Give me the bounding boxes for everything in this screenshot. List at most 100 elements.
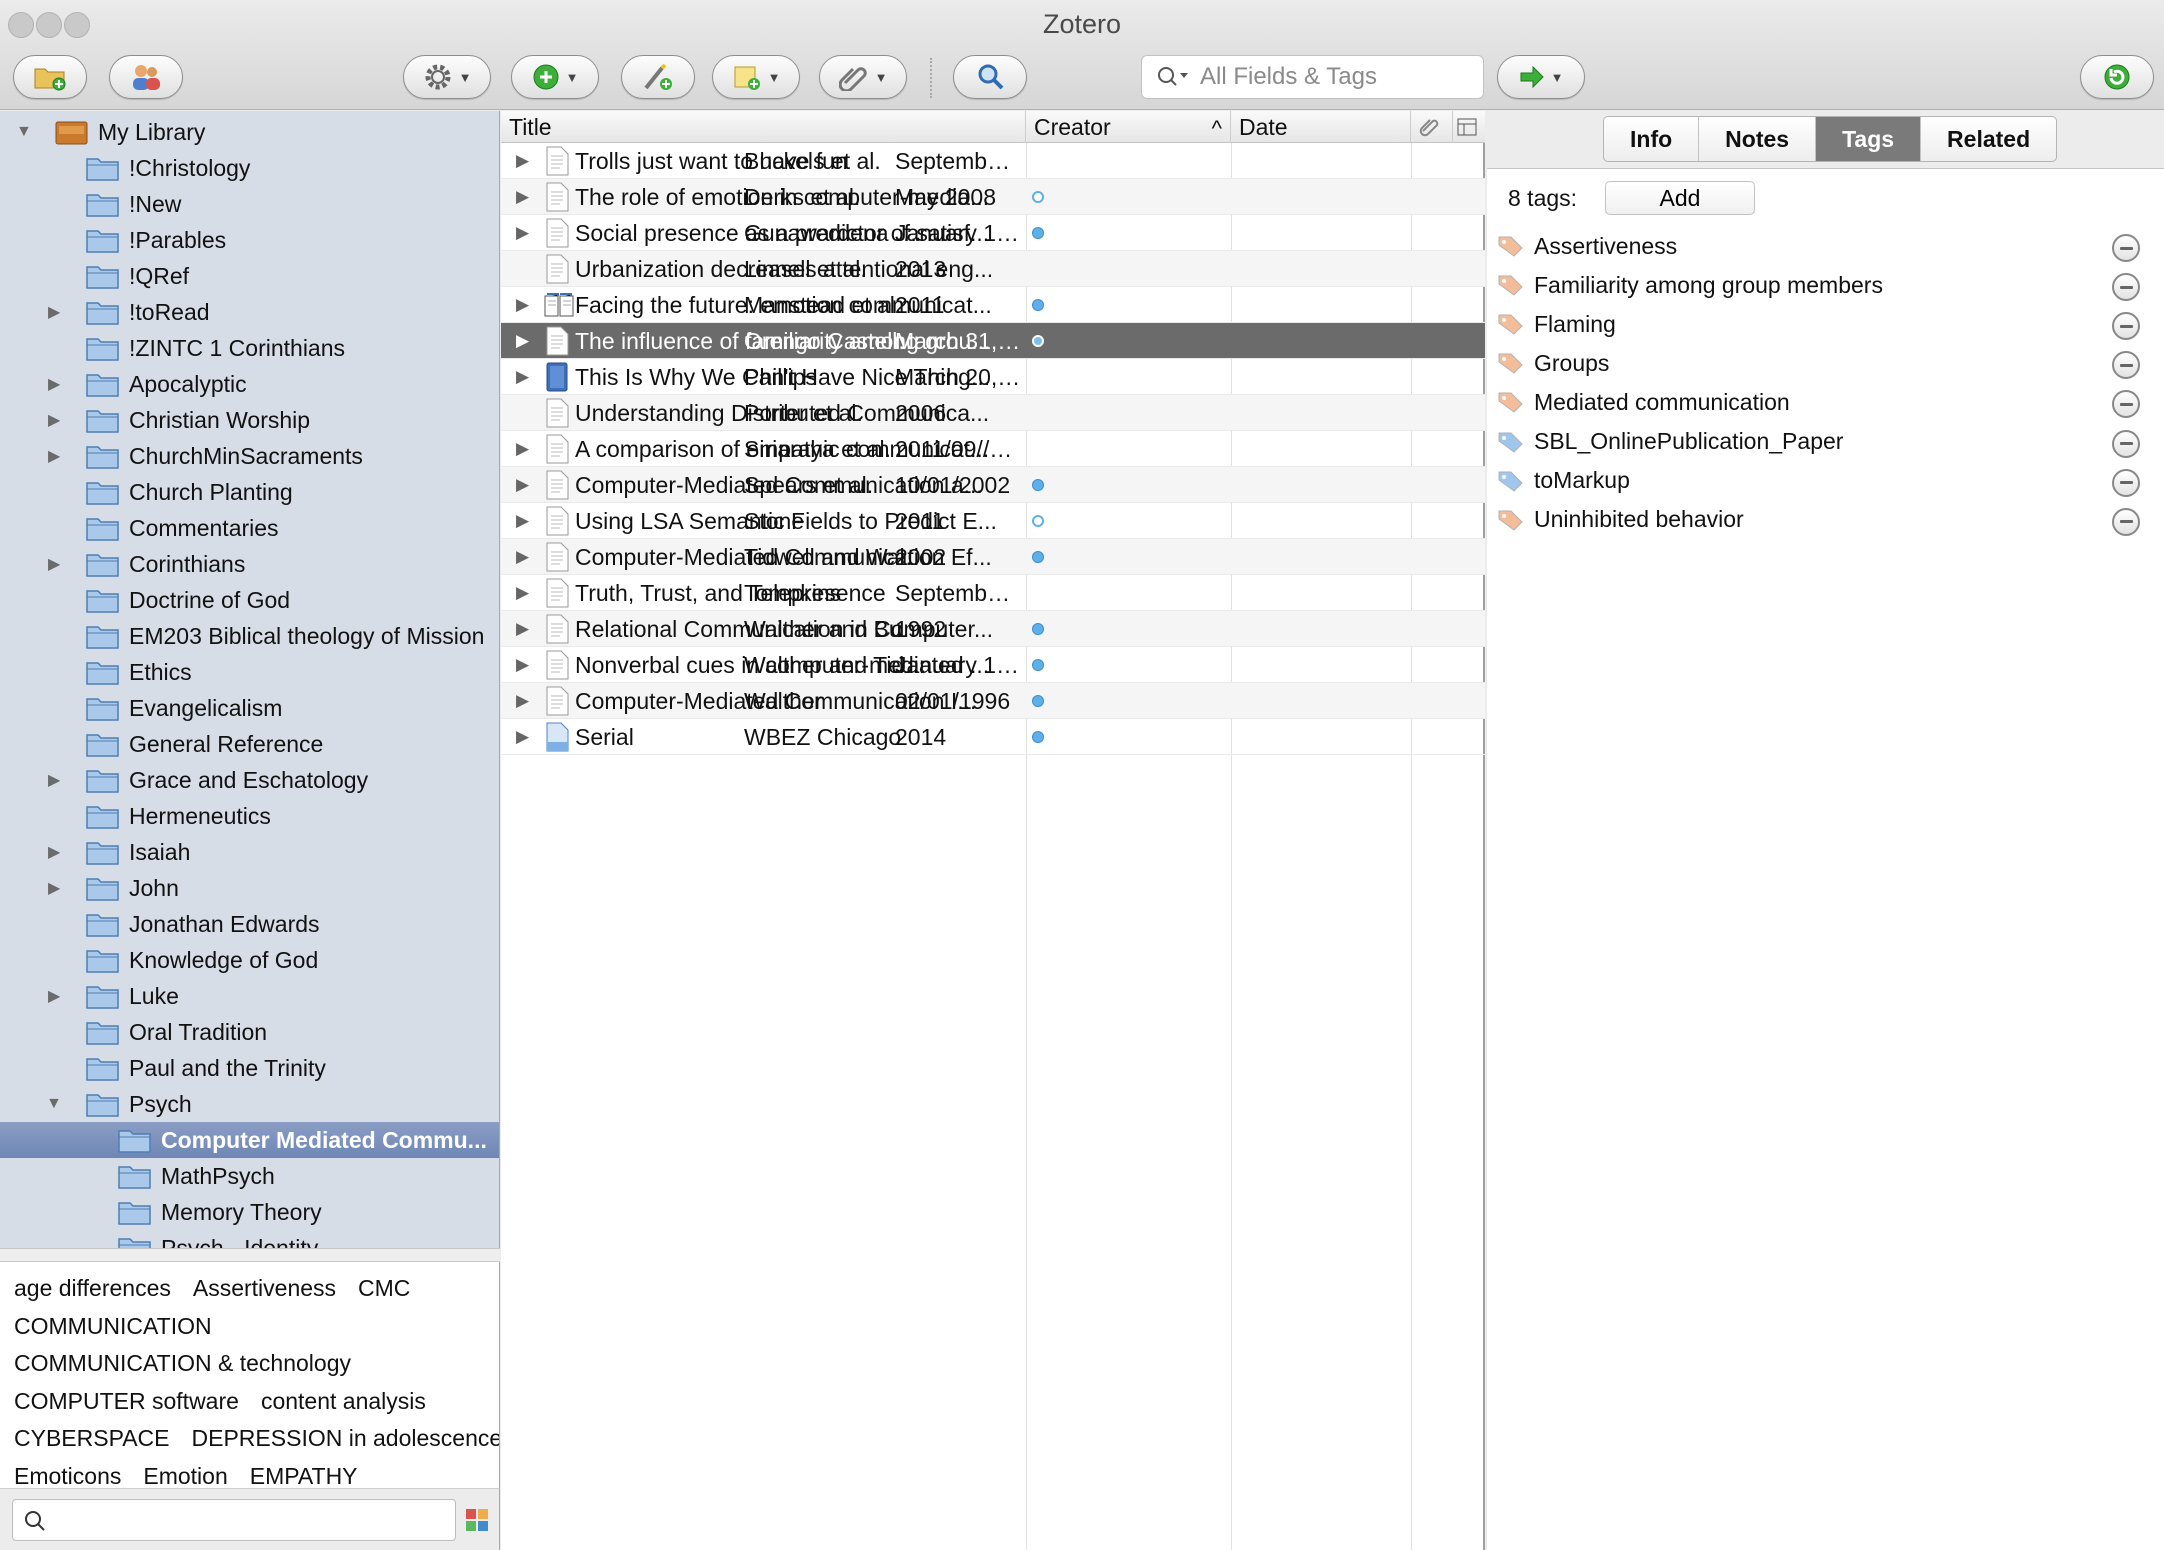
item-row[interactable]: ▶ Truth, Trust, and Telepresence Tompkins S…: [501, 575, 1485, 611]
tag-selector-tag[interactable]: CMC: [358, 1275, 410, 1301]
disclosure-collapsed-icon[interactable]: ▶: [516, 683, 529, 719]
search-field[interactable]: [1141, 55, 1484, 99]
collection-row[interactable]: Psych - Identity: [0, 1230, 499, 1248]
tag-selector-tag[interactable]: content analysis: [261, 1388, 426, 1414]
attachment-missing-icon[interactable]: [1032, 515, 1044, 527]
tag-selector-tag[interactable]: COMMUNICATION & technology: [14, 1350, 351, 1376]
tab-related[interactable]: Related: [1921, 117, 2056, 161]
attachment-missing-icon[interactable]: [1032, 191, 1044, 203]
collection-row[interactable]: Church Planting: [0, 474, 499, 510]
collection-row[interactable]: ▶ Christian Worship: [0, 402, 499, 438]
tag-selector-tag[interactable]: COMPUTER software: [14, 1388, 239, 1414]
disclosure-collapsed-icon[interactable]: ▶: [516, 467, 529, 503]
item-tag-row[interactable]: Uninhibited behavior: [1497, 502, 2147, 538]
item-tag-name[interactable]: Groups: [1534, 350, 1609, 377]
item-row[interactable]: ▶ Using LSA Semantic Fields to Predict E.…: [501, 503, 1485, 539]
item-row[interactable]: ▶ Serial WBEZ Chicago 2014: [501, 719, 1485, 755]
collection-row[interactable]: MathPsych: [0, 1158, 499, 1194]
collection-row[interactable]: ▶ John: [0, 870, 499, 906]
attachment-icon[interactable]: [1032, 335, 1044, 347]
disclosure-collapsed-icon[interactable]: ▶: [48, 410, 60, 430]
disclosure-collapsed-icon[interactable]: ▶: [516, 503, 529, 539]
disclosure-collapsed-icon[interactable]: ▶: [48, 374, 60, 394]
collection-row[interactable]: Computer Mediated Commu...: [0, 1122, 499, 1158]
collection-row[interactable]: Memory Theory: [0, 1194, 499, 1230]
disclosure-collapsed-icon[interactable]: ▶: [516, 287, 529, 323]
locate-button[interactable]: ▼: [1497, 55, 1585, 99]
collection-row[interactable]: General Reference: [0, 726, 499, 762]
disclosure-collapsed-icon[interactable]: ▶: [516, 539, 529, 575]
collection-row[interactable]: ▼ Psych: [0, 1086, 499, 1122]
disclosure-collapsed-icon[interactable]: ▶: [516, 431, 529, 467]
tag-selector-tag[interactable]: DEPRESSION in adolescence: [192, 1425, 499, 1451]
disclosure-collapsed-icon[interactable]: ▶: [516, 215, 529, 251]
attachment-icon[interactable]: [1032, 551, 1044, 563]
item-row[interactable]: ▶ Computer-Mediated Communication Ef... Ti…: [501, 539, 1485, 575]
disclosure-collapsed-icon[interactable]: ▶: [516, 179, 529, 215]
collection-row[interactable]: ▶ Corinthians: [0, 546, 499, 582]
tag-filter-field[interactable]: [12, 1499, 456, 1541]
disclosure-collapsed-icon[interactable]: ▶: [516, 359, 529, 395]
item-row[interactable]: ▶ Computer-Mediated Communication I... Wal…: [501, 683, 1485, 719]
tag-selector-tag[interactable]: COMMUNICATION: [14, 1313, 212, 1339]
item-row[interactable]: ▶ This Is Why We Can't Have Nice Thing...…: [501, 359, 1485, 395]
advanced-search-button[interactable]: [953, 55, 1027, 99]
item-row[interactable]: Urbanization decreases attentional eng..…: [501, 251, 1485, 287]
pane-splitter[interactable]: [0, 1248, 500, 1262]
attachment-icon[interactable]: [1032, 227, 1044, 239]
disclosure-collapsed-icon[interactable]: ▶: [516, 647, 529, 683]
remove-tag-button[interactable]: [2112, 273, 2140, 302]
actions-menu-button[interactable]: ▼: [403, 55, 491, 99]
attachment-icon[interactable]: [1032, 695, 1044, 707]
collection-row[interactable]: ▶ Isaiah: [0, 834, 499, 870]
disclosure-collapsed-icon[interactable]: ▶: [516, 575, 529, 611]
remove-tag-button[interactable]: [2112, 351, 2140, 380]
disclosure-collapsed-icon[interactable]: ▶: [516, 143, 529, 179]
item-tag-row[interactable]: Assertiveness: [1497, 228, 2147, 264]
collection-row[interactable]: ▶ Apocalyptic: [0, 366, 499, 402]
item-row[interactable]: Understanding Distributed Communica... Po…: [501, 395, 1485, 431]
item-row[interactable]: ▶ A comparison of empathic communicat... S…: [501, 431, 1485, 467]
tag-selector-tag[interactable]: Emoticons: [14, 1463, 121, 1489]
item-row[interactable]: ▶ Trolls just want to have fun Buckels et …: [501, 143, 1485, 179]
item-tag-row[interactable]: toMarkup: [1497, 463, 2147, 499]
item-tag-row[interactable]: Flaming: [1497, 306, 2147, 342]
tag-selector-tag[interactable]: Emotion: [143, 1463, 227, 1489]
collection-row[interactable]: ▶ ChurchMinSacraments: [0, 438, 499, 474]
collection-row[interactable]: Hermeneutics: [0, 798, 499, 834]
collection-row[interactable]: Doctrine of God: [0, 582, 499, 618]
title-column-header[interactable]: Title: [501, 111, 1026, 143]
item-tag-name[interactable]: Mediated communication: [1534, 389, 1790, 416]
my-library-row[interactable]: ▼ My Library: [0, 114, 499, 150]
remove-tag-button[interactable]: [2112, 507, 2140, 536]
attachment-icon[interactable]: [1032, 479, 1044, 491]
item-tag-name[interactable]: Flaming: [1534, 311, 1616, 338]
collection-row[interactable]: Evangelicalism: [0, 690, 499, 726]
item-row[interactable]: ▶ The role of emotion in computer-media..…: [501, 179, 1485, 215]
magnifier-dropdown-icon[interactable]: [1156, 65, 1190, 89]
tag-colors-icon[interactable]: [466, 1509, 488, 1531]
add-tag-button[interactable]: Add: [1605, 181, 1755, 215]
disclosure-collapsed-icon[interactable]: ▶: [48, 554, 60, 574]
remove-tag-button[interactable]: [2112, 312, 2140, 341]
disclosure-collapsed-icon[interactable]: ▶: [48, 446, 60, 466]
sync-button[interactable]: [2080, 55, 2154, 99]
disclosure-collapsed-icon[interactable]: ▶: [516, 719, 529, 755]
collection-row[interactable]: !ZINTC 1 Corinthians: [0, 330, 499, 366]
collection-row[interactable]: ▶ Grace and Eschatology: [0, 762, 499, 798]
item-tag-row[interactable]: Familiarity among group members: [1497, 267, 2147, 303]
disclosure-collapsed-icon[interactable]: ▶: [48, 986, 60, 1006]
collection-row[interactable]: !Christology: [0, 150, 499, 186]
column-picker[interactable]: [1453, 111, 1485, 143]
item-row[interactable]: ▶ The influence of familiarity among grou…: [501, 323, 1485, 359]
collection-row[interactable]: !QRef: [0, 258, 499, 294]
item-row[interactable]: ▶ Nonverbal cues in computer-mediated ...…: [501, 647, 1485, 683]
item-tag-row[interactable]: SBL_OnlinePublication_Paper: [1497, 424, 2147, 460]
remove-tag-button[interactable]: [2112, 468, 2140, 497]
remove-tag-button[interactable]: [2112, 390, 2140, 419]
disclosure-collapsed-icon[interactable]: ▶: [516, 323, 529, 359]
new-note-button[interactable]: ▼: [712, 55, 800, 99]
attachment-icon[interactable]: [1032, 659, 1044, 671]
collection-row[interactable]: ▶ Luke: [0, 978, 499, 1014]
item-row[interactable]: ▶ Computer-Mediated Communication a... Spe…: [501, 467, 1485, 503]
